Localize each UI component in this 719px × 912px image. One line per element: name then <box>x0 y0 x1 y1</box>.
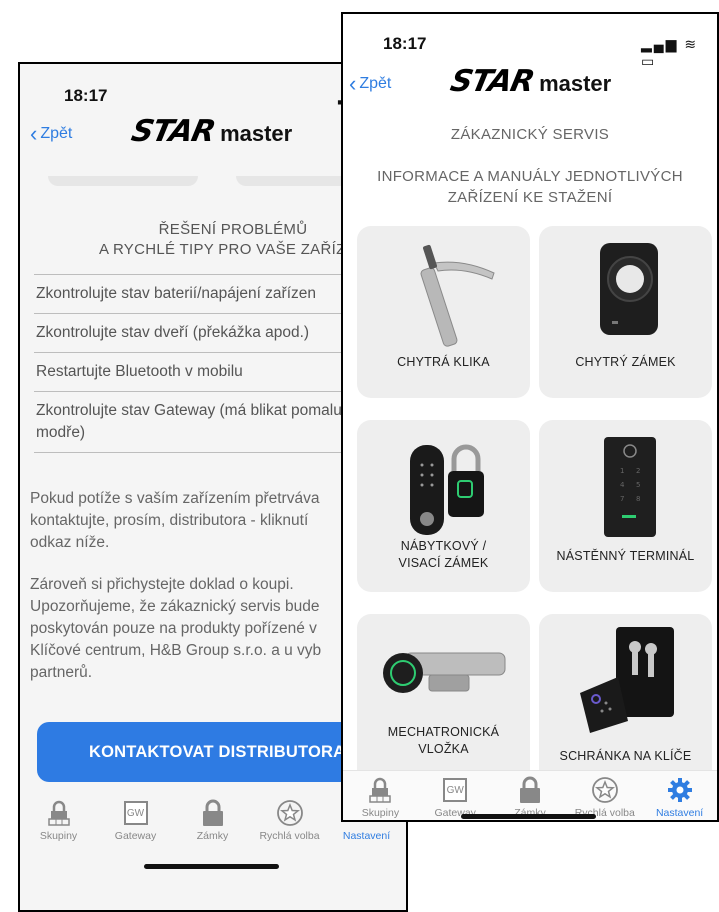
card-label-line1: MECHATRONICKÁ <box>387 725 500 739</box>
key-safe-icon <box>539 622 712 740</box>
brand-logo: STAR master <box>128 114 293 149</box>
logo-star-text: STAR <box>128 114 218 149</box>
star-circle-icon <box>276 798 304 828</box>
tab-label: Gateway <box>114 830 157 842</box>
front-phone-screen: 18:17 ▂▄▆ ≋ ▭ ‹ Zpět STAR master ZÁKAZNI… <box>341 12 719 822</box>
subtitle-line2: ZAŘÍZENÍ KE STAŽENÍ <box>447 189 613 206</box>
card-label: CHYTRÁ KLIKA <box>357 354 530 371</box>
home-indicator <box>144 864 279 869</box>
svg-text:4: 4 <box>620 481 625 489</box>
subtitle-line1: INFORMACE A MANUÁLY JEDNOTLIVÝCH <box>377 168 683 185</box>
status-bar: 18:17 ▂▄▆ ≋ ▭ <box>343 14 717 69</box>
home-indicator <box>461 814 596 819</box>
card-wall-terminal[interactable]: 1 2 4 5 7 8 NÁSTĚNNÝ TERMINÁL <box>539 420 712 592</box>
tab-label: Rychlá volba <box>259 830 320 842</box>
gateway-icon: GW <box>443 775 468 805</box>
card-label: CHYTRÝ ZÁMEK <box>539 354 712 371</box>
back-button[interactable]: ‹ Zpět <box>349 73 391 95</box>
logo-master-text: master <box>539 71 612 96</box>
lock-cylinder-icon <box>357 622 530 740</box>
svg-text:1: 1 <box>620 467 624 475</box>
back-label: Zpět <box>40 125 73 142</box>
door-handle-icon <box>357 234 530 352</box>
wall-terminal-icon: 1 2 4 5 7 8 <box>539 428 712 546</box>
card-label: NÁSTĚNNÝ TERMINÁL <box>539 548 712 565</box>
card-label-line1: NÁBYTKOVÝ / <box>400 539 487 553</box>
card-smart-lock[interactable]: CHYTRÝ ZÁMEK <box>539 226 712 398</box>
card-smart-handle[interactable]: CHYTRÁ KLIKA <box>357 226 530 398</box>
gateway-icon: GW <box>123 798 148 828</box>
card-label: NÁBYTKOVÝ / VISACÍ ZÁMEK <box>357 538 530 572</box>
lock-group-icon <box>46 798 72 828</box>
card-label-line2: VISACÍ ZÁMEK <box>398 556 489 570</box>
star-circle-icon <box>591 775 619 805</box>
status-time: 18:17 <box>64 86 108 105</box>
chevron-left-icon: ‹ <box>349 71 357 96</box>
card-mechatronic-cylinder[interactable]: MECHATRONICKÁ VLOŽKA <box>357 614 530 786</box>
card-label-line1: NÁSTĚNNÝ TERMINÁL <box>556 549 695 563</box>
tab-label: Skupiny <box>39 830 78 842</box>
card-label-line1: SCHRÁNKA NA KLÍČE <box>559 749 692 763</box>
status-time: 18:17 <box>383 34 427 53</box>
page-subtitle: INFORMACE A MANUÁLY JEDNOTLIVÝCH ZAŘÍZEN… <box>343 166 717 208</box>
lock-group-icon <box>367 775 393 805</box>
svg-text:8: 8 <box>636 495 640 503</box>
tab-label: Zámky <box>196 830 229 842</box>
logo-master-text: master <box>220 121 293 146</box>
svg-text:5: 5 <box>636 481 640 489</box>
tab-label: Nastavení <box>342 830 391 842</box>
card-label-line1: CHYTRÁ KLIKA <box>397 355 490 369</box>
padlock-icon <box>201 798 225 828</box>
back-label: Zpět <box>359 75 392 92</box>
card-key-safe[interactable]: SCHRÁNKA NA KLÍČE <box>539 614 712 786</box>
logo-star-text: STAR <box>447 64 537 99</box>
tab-nastaveni[interactable]: Nastavení <box>642 775 717 820</box>
card-label-line2: VLOŽKA <box>418 742 469 756</box>
svg-text:2: 2 <box>636 467 640 475</box>
brand-logo: STAR master <box>447 64 612 99</box>
gear-icon <box>667 775 693 805</box>
chevron-left-icon: ‹ <box>30 121 38 146</box>
page-title: ZÁKAZNICKÝ SERVIS <box>450 126 610 143</box>
card-label: SCHRÁNKA NA KLÍČE <box>539 748 712 765</box>
tab-rychla-volba[interactable]: Rychlá volba <box>251 798 328 842</box>
furniture-padlock-icon <box>357 428 530 546</box>
tab-gateway[interactable]: GW Gateway <box>97 798 174 842</box>
padlock-icon <box>518 775 542 805</box>
smart-lock-icon <box>539 234 712 352</box>
tab-skupiny[interactable]: Skupiny <box>343 775 418 820</box>
tab-label: Skupiny <box>361 807 400 819</box>
gateway-badge: GW <box>123 801 148 825</box>
card-furniture-padlock[interactable]: NÁBYTKOVÝ / VISACÍ ZÁMEK <box>357 420 530 592</box>
back-button[interactable]: ‹ Zpět <box>30 123 72 145</box>
tab-skupiny[interactable]: Skupiny <box>20 798 97 842</box>
gateway-badge: GW <box>443 778 468 802</box>
card-label: MECHATRONICKÁ VLOŽKA <box>357 724 530 758</box>
card-label-line1: CHYTRÝ ZÁMEK <box>575 355 676 369</box>
tab-label: Nastavení <box>655 807 704 819</box>
nav-bar: ‹ Zpět STAR master <box>343 62 717 106</box>
svg-text:7: 7 <box>620 495 624 503</box>
tab-zamky[interactable]: Zámky <box>174 798 251 842</box>
